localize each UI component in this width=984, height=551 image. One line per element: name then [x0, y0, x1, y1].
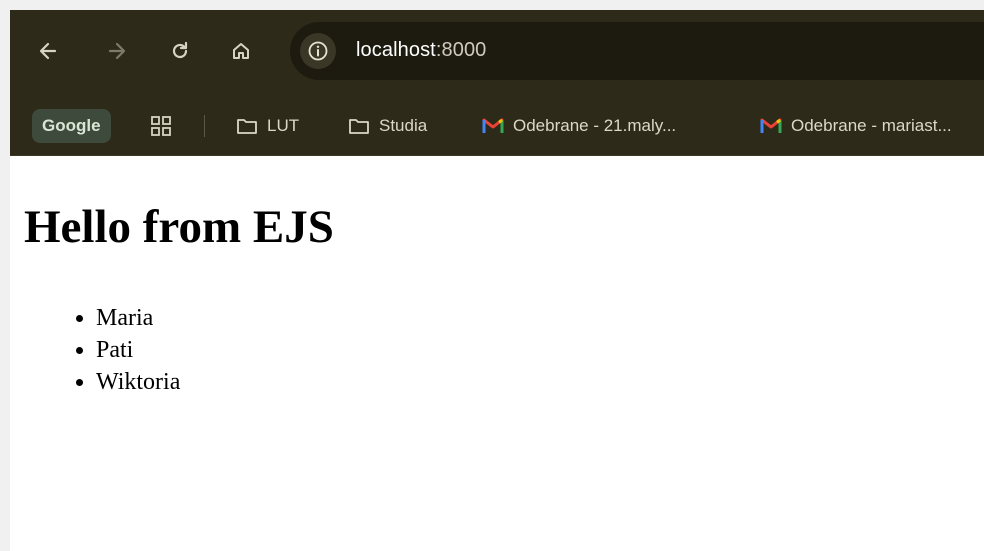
browser-toolbar: localhost:8000 — [10, 10, 984, 95]
bookmark-label: Odebrane - 21.maly... — [513, 116, 677, 135]
home-button[interactable] — [224, 34, 258, 68]
list-item: Wiktoria — [96, 366, 180, 398]
bookmark-gmail-1[interactable]: Odebrane - 21.maly... — [482, 109, 676, 143]
bookmark-folder-lut[interactable]: LUT — [236, 109, 299, 143]
list-item: Pati — [96, 334, 180, 366]
bookmark-label: Studia — [379, 116, 428, 135]
home-icon — [233, 43, 249, 59]
bookmark-label: Odebrane - mariast... — [791, 116, 952, 135]
bookmark-label: LUT — [267, 116, 300, 135]
bookmark-divider — [204, 115, 205, 137]
name-list: Maria Pati Wiktoria — [10, 302, 180, 398]
url-host: localhost — [356, 39, 436, 61]
reload-button[interactable] — [163, 34, 197, 68]
site-info-button[interactable] — [300, 33, 336, 69]
folder-icon — [237, 119, 257, 134]
forward-button[interactable] — [100, 34, 134, 68]
url-port: :8000 — [435, 39, 487, 61]
page-content: Hello from EJS Maria Pati Wiktoria — [10, 156, 984, 551]
apps-grid-icon — [151, 116, 171, 136]
gmail-icon — [760, 118, 782, 133]
folder-icon — [349, 119, 369, 134]
back-button[interactable] — [31, 34, 65, 68]
bookmarks-bar: Google LUT Studia Odebrane - 21.maly... … — [10, 95, 984, 156]
address-bar[interactable]: localhost:8000 — [290, 22, 984, 80]
reload-icon — [172, 41, 188, 59]
gmail-icon — [482, 118, 504, 133]
page-heading: Hello from EJS — [24, 201, 334, 253]
bookmark-folder-studia[interactable]: Studia — [348, 109, 427, 143]
browser-window: localhost:8000 Google LUT Studia Odebran… — [10, 10, 984, 551]
info-icon — [308, 41, 328, 61]
arrow-left-icon — [39, 42, 57, 60]
arrow-right-icon — [108, 42, 126, 60]
bookmark-gmail-2[interactable]: Odebrane - mariast... — [760, 109, 952, 143]
apps-button[interactable] — [150, 115, 172, 142]
bookmark-google[interactable]: Google — [32, 109, 111, 143]
list-item: Maria — [96, 302, 180, 334]
url-text[interactable]: localhost:8000 — [356, 39, 486, 62]
